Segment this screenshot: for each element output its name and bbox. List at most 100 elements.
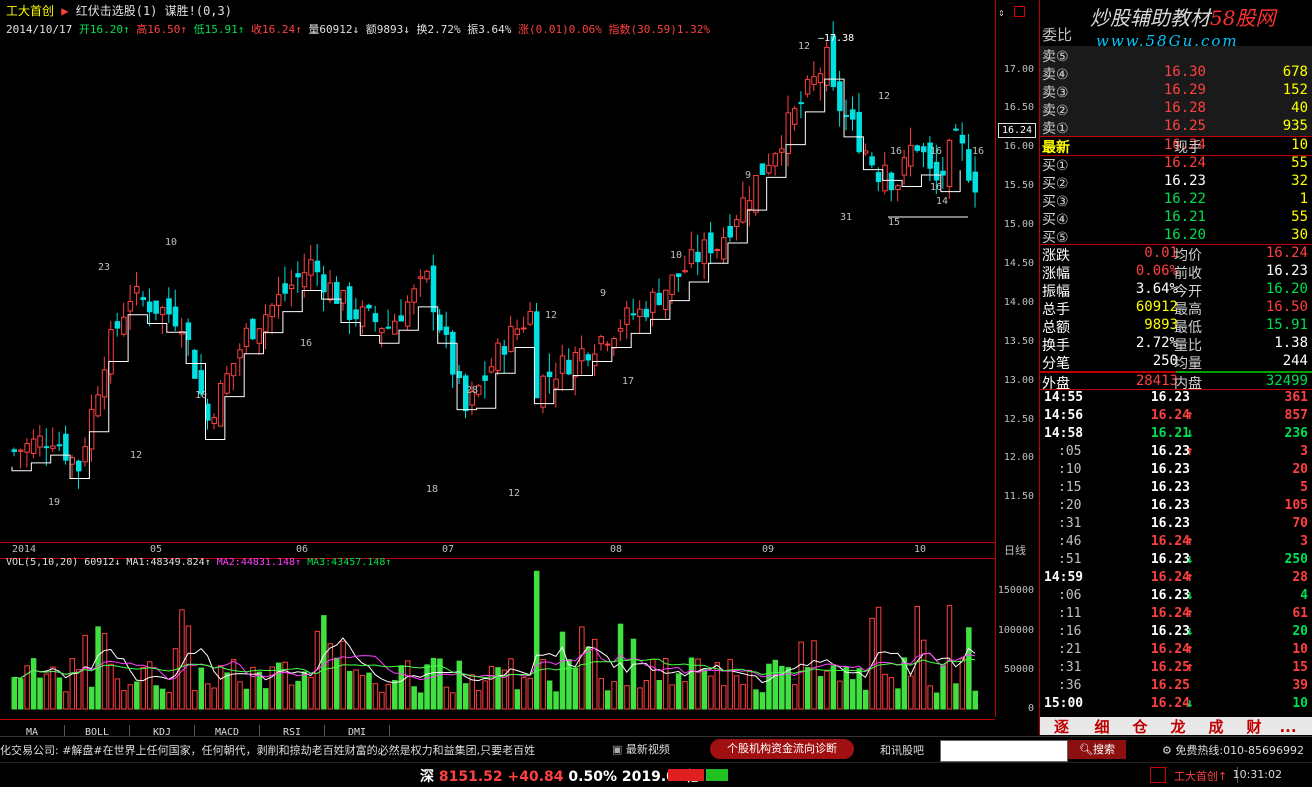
tick-row: :46 16.24 ↑ 3	[1040, 534, 1312, 552]
candle	[959, 134, 966, 144]
sell-row-2[interactable]: 卖② 16.28 40	[1040, 100, 1312, 119]
stat-label: 前收	[1174, 266, 1202, 282]
tab-dragon[interactable]: 龙	[1159, 718, 1197, 736]
tick-row: :06 16.23 ↓ 4	[1040, 588, 1312, 606]
sell-row-1[interactable]: 卖① 16.25 935	[1040, 118, 1312, 137]
hexun-link[interactable]: 和讯股吧	[880, 742, 924, 758]
tick-volume: 28	[1292, 570, 1308, 585]
tick-row: 14:58 16.21 ↓ 236	[1040, 426, 1312, 444]
search-button[interactable]: 🔍︎搜索	[1068, 740, 1126, 759]
buy-row-1[interactable]: 买① 16.24 55	[1040, 155, 1312, 174]
stat-value: 244	[1282, 353, 1308, 369]
chart-annotation: 15	[888, 217, 900, 228]
volume-chart[interactable]	[0, 557, 995, 717]
alert-icon[interactable]	[1150, 767, 1166, 783]
tick-volume: 10	[1292, 642, 1308, 657]
gear-icon[interactable]: ⇕	[998, 6, 1005, 19]
stat-label: 量比	[1174, 338, 1202, 354]
candle	[301, 272, 308, 288]
buy-volume: 30	[1291, 227, 1308, 243]
price-tick: 12.50	[1003, 414, 1034, 425]
tick-row: :15 16.23 5	[1040, 480, 1312, 498]
buy-row-2[interactable]: 买② 16.23 32	[1040, 173, 1312, 192]
stat-row: 分笔 250 均量 244	[1040, 353, 1312, 372]
sell-row-3[interactable]: 卖③ 16.29 152	[1040, 82, 1312, 101]
candle	[269, 304, 275, 318]
candle	[779, 148, 785, 153]
window-icon[interactable]	[1014, 6, 1025, 17]
chart-annotation: 16	[930, 146, 942, 157]
volume-bar	[637, 687, 643, 710]
bottom-stock[interactable]: 工大首创↑	[1174, 768, 1227, 784]
candle	[746, 200, 753, 210]
volume-bar	[30, 658, 37, 710]
candle	[540, 375, 546, 408]
vol-tick: 0	[1027, 703, 1034, 714]
tab-position[interactable]: 仓	[1121, 718, 1159, 736]
volume-bar	[811, 640, 817, 710]
tab-trades[interactable]: 逐	[1040, 718, 1083, 736]
buy-price: 16.23	[1163, 173, 1206, 189]
tick-time: 14:55	[1044, 390, 1084, 405]
tab-detail[interactable]: 细	[1083, 718, 1121, 736]
chart-annotation: 19	[48, 497, 60, 508]
fund-flow-button[interactable]: 个股机构资金流向诊断	[710, 739, 854, 759]
buy-row-3[interactable]: 买③ 16.22 1	[1040, 191, 1312, 210]
sell-row-4[interactable]: 卖④ 16.30 678	[1040, 64, 1312, 83]
volume-bar	[450, 692, 456, 710]
candle	[385, 326, 392, 329]
candle	[334, 281, 340, 304]
candle	[69, 457, 76, 465]
volume-bar	[669, 684, 675, 710]
volume-bar	[579, 626, 585, 710]
volume-bar	[353, 669, 359, 710]
candle	[766, 164, 772, 174]
buy-row-5[interactable]: 买⑤ 16.20 30	[1040, 227, 1312, 246]
candle	[153, 300, 159, 314]
sell-row-5[interactable]: 卖⑤	[1040, 46, 1312, 65]
clock: 10:31:02	[1232, 768, 1282, 781]
index-name: 深	[420, 769, 434, 785]
volume-bar	[263, 688, 269, 710]
candle	[546, 371, 553, 378]
candle	[875, 172, 882, 183]
kline-chart[interactable]: 19 23 10 10 12 16 28 12 9 12 17 10 9 12 16 16 16 31 14 15 16…	[0, 0, 995, 557]
news-ticker[interactable]: 化交易公司: #解盘#在世界上任何国家，任何朝代，剥削和掠劫老百姓财富的必然是权…	[0, 742, 610, 758]
buy-row-4[interactable]: 买④ 16.21 55	[1040, 209, 1312, 228]
tab-deal[interactable]: 成	[1197, 718, 1235, 736]
sell-label: 卖④	[1042, 67, 1069, 83]
volume-bar	[63, 691, 69, 710]
stock-name[interactable]: 工大首创	[6, 4, 54, 18]
candle	[56, 444, 63, 447]
volume-bar	[527, 677, 533, 710]
video-link[interactable]: ▣ 最新视频	[612, 741, 670, 757]
price-tick: 11.50	[1003, 491, 1034, 502]
tick-time: 15:00	[1044, 696, 1084, 711]
volume-bar	[733, 675, 740, 710]
volume-bar	[804, 667, 811, 710]
period-label[interactable]: 日线	[1004, 542, 1026, 558]
tab-more[interactable]: ...	[1273, 718, 1303, 736]
tick-time: :11	[1058, 606, 1082, 621]
volume-bar	[101, 633, 108, 710]
vol-tick: 100000	[997, 625, 1034, 636]
stat-label: 涨幅	[1042, 266, 1070, 282]
candle	[437, 314, 443, 331]
tick-arrow: ↑	[1186, 642, 1194, 657]
candle	[785, 112, 791, 155]
tick-row: 14:59 16.24 ↑ 28	[1040, 570, 1312, 588]
volume-bar	[572, 667, 579, 710]
index-quote[interactable]: 深 8151.52 +40.84 0.50% 2019.07亿	[420, 766, 700, 786]
candle	[740, 197, 746, 223]
candle	[37, 435, 43, 448]
sell-label: 卖①	[1042, 121, 1069, 137]
candle	[611, 338, 617, 349]
tab-finance[interactable]: 财	[1235, 718, 1273, 736]
play-icon[interactable]: ▶	[61, 4, 68, 18]
volume-bar	[514, 689, 521, 710]
time-tick: 09	[762, 544, 775, 555]
indicator-name[interactable]: 红伏击选股(1) 谋胜!(0,3)	[76, 4, 232, 18]
search-input[interactable]	[940, 740, 1068, 762]
candle	[727, 225, 733, 238]
tick-volume: 70	[1292, 516, 1308, 531]
